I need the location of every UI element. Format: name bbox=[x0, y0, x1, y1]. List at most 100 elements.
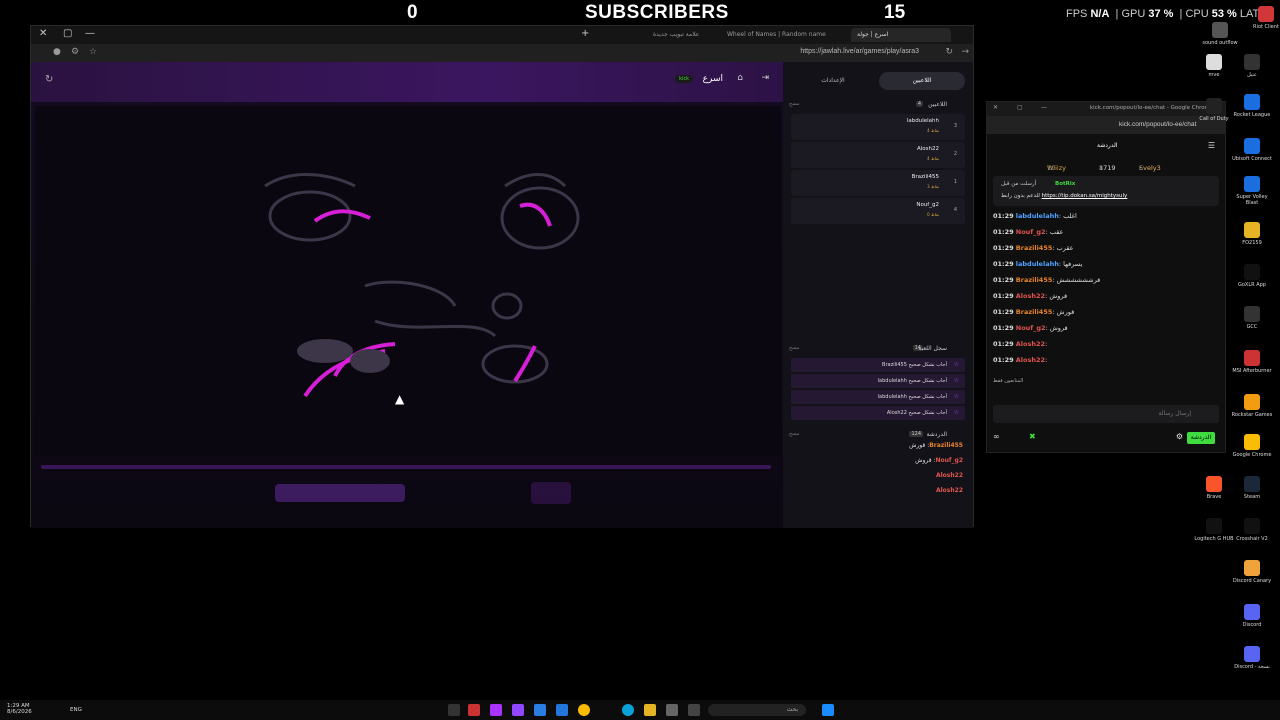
message-user[interactable]: labdulelahh bbox=[1016, 212, 1059, 220]
tab-wheel-of-names[interactable]: Wheel of Names | Random name bbox=[721, 28, 832, 42]
edge-icon[interactable] bbox=[622, 704, 634, 716]
tab-new[interactable]: علامة تبويب جديدة bbox=[647, 28, 705, 42]
taskbar-app-icon[interactable] bbox=[448, 704, 460, 716]
desktop-icon[interactable]: MSI Afterburner bbox=[1230, 350, 1274, 374]
player-rank: 3 bbox=[953, 123, 957, 129]
app-icon bbox=[1244, 306, 1260, 322]
start-icon[interactable] bbox=[822, 704, 834, 716]
skip-button[interactable] bbox=[531, 482, 571, 504]
desktop-icon[interactable]: sound outflow bbox=[1198, 22, 1242, 46]
desktop-icon[interactable]: Brave bbox=[1192, 476, 1236, 500]
tab-asra3[interactable]: اسرع | جولة bbox=[851, 28, 951, 42]
desktop-icon[interactable]: Logitech G HUB bbox=[1192, 518, 1236, 542]
message-user[interactable]: Alosh22 bbox=[1016, 356, 1045, 364]
address-bar[interactable]: ● ⚙ ☆ https://jawlah.live/ar/games/play/… bbox=[31, 44, 973, 62]
message-user[interactable]: Brazili455 bbox=[1016, 276, 1053, 284]
desktop-icon[interactable]: Ubisoft Connect bbox=[1230, 138, 1274, 162]
desktop-icon[interactable]: Rockstar Games bbox=[1230, 394, 1274, 418]
player-card: Brazili455 3 نقاط 1 bbox=[791, 170, 965, 196]
home-icon[interactable]: ⌂ bbox=[737, 73, 743, 83]
log-entry: labdulelahh أجاب بشكل صحيح ☆ bbox=[791, 390, 965, 404]
players-clear-button[interactable]: مسح bbox=[789, 101, 799, 107]
close-window-icon[interactable]: ✕ bbox=[39, 28, 47, 39]
message-user[interactable]: Alosh22 bbox=[1016, 292, 1045, 300]
reload-icon[interactable]: ↻ bbox=[945, 47, 953, 57]
maximize-icon[interactable]: ▢ bbox=[1017, 104, 1023, 111]
desktop-icon[interactable]: Super Volley Blast bbox=[1230, 176, 1274, 206]
bookmark-icon[interactable]: ☆ bbox=[89, 47, 97, 57]
chat-message: 01:29 Brazili455: قرشششششش bbox=[993, 276, 1101, 284]
chat-message: 01:29 Alosh22: قروش bbox=[993, 292, 1068, 300]
taskbar-app-icon[interactable] bbox=[512, 704, 524, 716]
desktop-icon[interactable]: FO2159 bbox=[1230, 222, 1274, 246]
close-icon[interactable]: ✕ bbox=[993, 104, 998, 111]
desktop-icon-label: Riot Client bbox=[1253, 24, 1279, 30]
desktop-icon[interactable]: Riot Client bbox=[1244, 6, 1280, 30]
desktop-icon-label: Google Chrome bbox=[1232, 452, 1272, 458]
url-text[interactable]: https://jawlah.live/ar/games/play/asra3 bbox=[800, 48, 919, 55]
message-text: قروش bbox=[1049, 292, 1068, 300]
log-entry: Brazili455 أجاب بشكل صحيح ☆ bbox=[791, 358, 965, 372]
taskbar-app-icon[interactable] bbox=[490, 704, 502, 716]
chat-line: قورش :Brazili455 bbox=[909, 442, 963, 449]
player-name: Nouf_g2 bbox=[916, 202, 939, 208]
chat-message: 01:29 Brazili455: قورش bbox=[993, 308, 1075, 316]
folder-icon[interactable] bbox=[644, 704, 656, 716]
taskbar-app-icon[interactable] bbox=[556, 704, 568, 716]
answer-button[interactable] bbox=[275, 484, 405, 502]
language-indicator[interactable]: ENG bbox=[70, 707, 82, 713]
desktop-icon-label: Brave bbox=[1206, 494, 1222, 500]
pinned-text: للدعم بدون رابط https://tip.dokan.sa/mig… bbox=[1001, 193, 1128, 199]
minimize-icon[interactable]: — bbox=[1041, 104, 1047, 111]
minimize-icon[interactable]: — bbox=[85, 28, 95, 39]
chat-clear-button[interactable]: مسح bbox=[789, 431, 799, 437]
desktop-icon-label: Call of Duty bbox=[1199, 116, 1229, 122]
desktop-icon[interactable]: GoXLR App bbox=[1230, 264, 1274, 288]
desktop-icon[interactable]: Discord Canary bbox=[1230, 560, 1274, 584]
log-clear-button[interactable]: مسح bbox=[789, 345, 799, 351]
message-user[interactable]: Brazili455 bbox=[1016, 308, 1053, 316]
message-input[interactable]: إرسال رسالة bbox=[993, 405, 1219, 423]
tab-players[interactable]: اللاعبين bbox=[879, 72, 965, 90]
tab-settings[interactable]: الإعدادات bbox=[793, 72, 873, 90]
users-icon[interactable]: ☰ bbox=[1208, 141, 1215, 150]
extensions-icon[interactable]: ⚙ bbox=[71, 47, 79, 57]
settings-icon[interactable]: ⚙ bbox=[1176, 432, 1183, 441]
message-text: قورش bbox=[1056, 308, 1075, 316]
forward-icon[interactable]: → bbox=[961, 47, 969, 57]
desktop-icon[interactable]: عتيل bbox=[1230, 54, 1274, 78]
desktop-icon[interactable]: Crosshair V2 bbox=[1230, 518, 1274, 542]
clock: 1:29 AM 8/6/2026 bbox=[7, 703, 32, 715]
desktop-icon[interactable]: Discord - نسخة bbox=[1230, 646, 1274, 670]
game-canvas[interactable] bbox=[35, 106, 781, 456]
desktop-icon[interactable]: Steam bbox=[1230, 476, 1274, 500]
message-user[interactable]: Nouf_g2 bbox=[1016, 324, 1046, 332]
maximize-icon[interactable]: ▢ bbox=[63, 28, 72, 39]
player-name: labdulelahh bbox=[906, 118, 939, 124]
settings-icon[interactable] bbox=[666, 704, 678, 716]
taskbar-app-icon[interactable] bbox=[534, 704, 546, 716]
desktop-icon[interactable]: Google Chrome bbox=[1230, 434, 1274, 458]
chat-url-bar[interactable]: kick.com/popout/lo-ee/chat bbox=[987, 116, 1225, 134]
desktop-icon[interactable]: Discord bbox=[1230, 604, 1274, 628]
send-button[interactable]: الدردشة bbox=[1187, 432, 1215, 444]
message-user[interactable]: Nouf_g2 bbox=[1016, 228, 1046, 236]
refresh-icon[interactable]: ↻ bbox=[45, 74, 53, 85]
new-tab-icon[interactable]: + bbox=[581, 28, 589, 39]
tab-bar: ✕ ▢ — + علامة تبويب جديدة Wheel of Names… bbox=[31, 26, 973, 44]
message-user[interactable]: Alosh22 bbox=[1016, 340, 1045, 348]
message-user[interactable]: labdulelahh bbox=[1016, 260, 1059, 268]
profile-icon[interactable]: ● bbox=[53, 47, 61, 57]
pinned-link[interactable]: https://tip.dokan.sa/mightysuly bbox=[1042, 193, 1128, 199]
desktop-icon-label: Super Volley Blast bbox=[1236, 194, 1268, 206]
search-box[interactable]: بحث bbox=[708, 704, 806, 716]
app-icon bbox=[1206, 54, 1222, 70]
exit-icon[interactable]: ⇥ bbox=[761, 73, 769, 83]
message-user[interactable]: Brazili455 bbox=[1016, 244, 1053, 252]
desktop-icon[interactable]: GCC bbox=[1230, 306, 1274, 330]
emote-icon[interactable]: ∞ bbox=[993, 432, 1000, 441]
chrome-icon[interactable] bbox=[578, 704, 590, 716]
desktop-icon[interactable]: Rocket League bbox=[1230, 94, 1274, 118]
taskbar-app-icon[interactable] bbox=[688, 704, 700, 716]
taskbar-app-icon[interactable] bbox=[468, 704, 480, 716]
